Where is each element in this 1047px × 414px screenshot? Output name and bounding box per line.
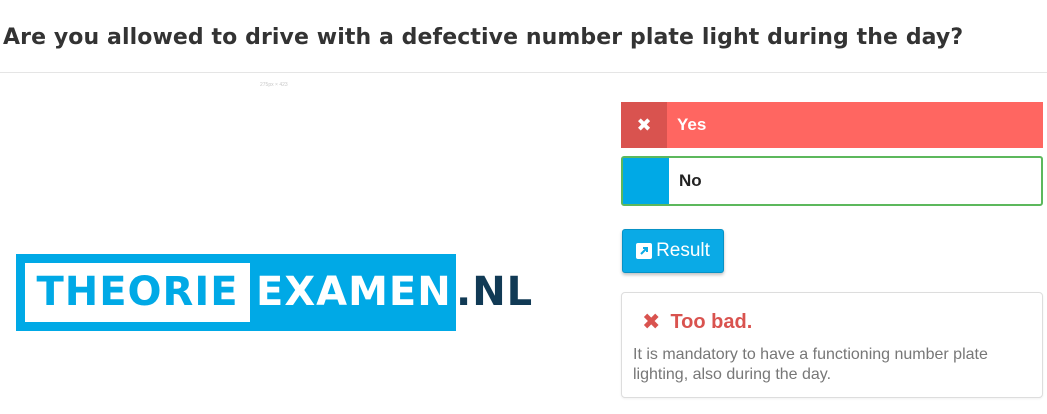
logo-text-theorie: THEORIE	[25, 263, 250, 322]
answer-label-yes: Yes	[677, 115, 707, 134]
result-button-label: Result	[656, 240, 710, 261]
feedback-text: It is mandatory to have a functioning nu…	[633, 346, 988, 383]
answer-marker	[623, 158, 669, 204]
answer-option-no[interactable]: No	[621, 156, 1043, 206]
feedback-title-row: ✖ Too bad.	[642, 309, 752, 335]
divider	[0, 72, 1047, 73]
result-button[interactable]: Result	[622, 229, 724, 273]
answer-option-yes[interactable]: ✖ Yes	[621, 102, 1043, 148]
feedback-panel: ✖ Too bad. It is mandatory to have a fun…	[621, 292, 1043, 398]
logo-text-examen: EXAMEN	[256, 269, 452, 315]
external-link-icon	[636, 243, 653, 259]
close-icon: ✖	[621, 102, 667, 148]
feedback-title: Too bad.	[670, 310, 753, 333]
logo-text-nl: .NL	[456, 269, 534, 315]
answer-label-no: No	[679, 171, 702, 190]
image-size-label: 275px × 423	[260, 82, 288, 88]
close-icon: ✖	[642, 309, 661, 334]
question-title: Are you allowed to drive with a defectiv…	[3, 24, 964, 50]
